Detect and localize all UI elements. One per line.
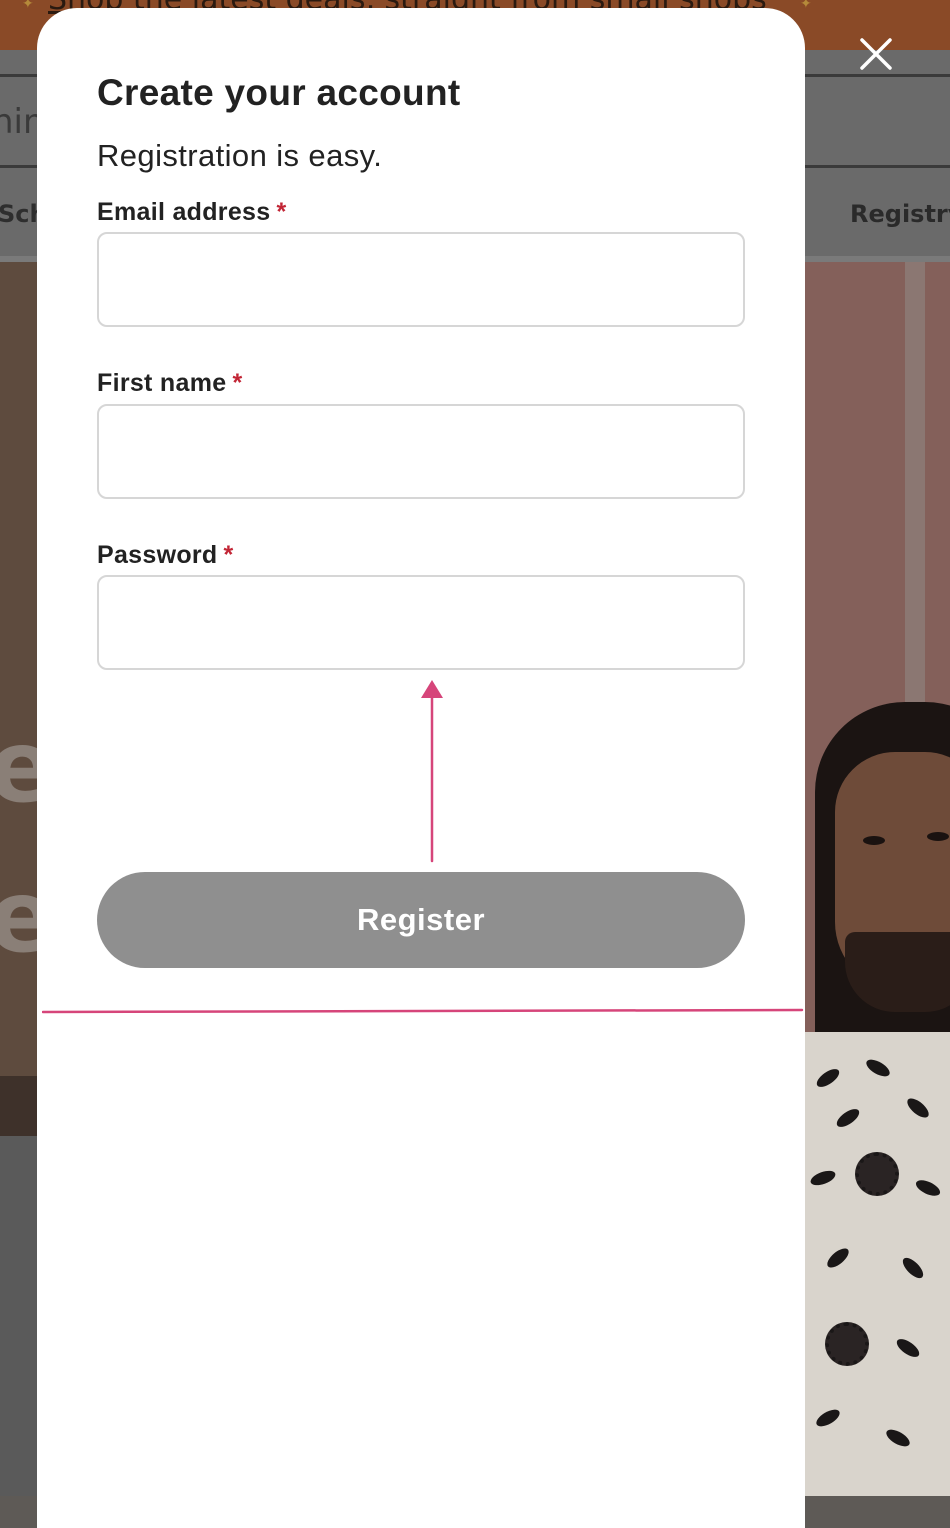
- embroidery-leaf: [904, 1095, 932, 1121]
- embroidered-shirt: [805, 1032, 950, 1496]
- embroidery-flower: [825, 1322, 869, 1366]
- embroidery-leaf: [808, 1167, 838, 1189]
- embroidery-leaf: [893, 1335, 923, 1361]
- nav-item-registry: Registry: [850, 200, 950, 228]
- required-marker: *: [232, 369, 243, 397]
- window-frame: [905, 262, 925, 702]
- required-marker: *: [223, 541, 234, 569]
- email-label-text: Email address: [97, 198, 271, 226]
- first-name-label-text: First name: [97, 369, 227, 397]
- hero-photo: [805, 262, 950, 1496]
- arrow-up-icon: [421, 680, 443, 863]
- eye: [927, 832, 949, 841]
- register-button[interactable]: Register: [97, 872, 745, 968]
- embroidery-leaf: [863, 1056, 893, 1080]
- embroidery-leaf: [824, 1245, 852, 1271]
- sparkle-icon: ✦: [22, 0, 34, 12]
- page-content-left: [0, 1136, 40, 1496]
- modal-title: Create your account: [97, 72, 461, 113]
- embroidery-leaf: [813, 1065, 843, 1091]
- password-label: Password *: [97, 541, 234, 570]
- hero-banner-left: e e: [0, 262, 56, 1076]
- required-marker: *: [276, 198, 287, 226]
- embroidery-leaf: [883, 1426, 913, 1450]
- first-name-label: First name *: [97, 369, 242, 398]
- password-label-text: Password: [97, 541, 218, 569]
- eye: [863, 836, 885, 845]
- password-field[interactable]: [97, 575, 745, 670]
- email-label: Email address *: [97, 198, 286, 227]
- modal-subtitle: Registration is easy.: [97, 138, 383, 173]
- sparkle-icon: ✦: [800, 0, 812, 12]
- annotation-line: [42, 1008, 804, 1014]
- embroidery-leaf: [813, 1406, 843, 1430]
- email-field[interactable]: [97, 232, 745, 327]
- hero-banner-strip: [0, 1076, 40, 1136]
- embroidery-leaf: [833, 1105, 863, 1131]
- embroidery-flower: [855, 1152, 899, 1196]
- embroidery-leaf: [899, 1254, 927, 1282]
- close-button[interactable]: [852, 30, 900, 78]
- first-name-field[interactable]: [97, 404, 745, 499]
- close-icon: [860, 38, 892, 70]
- embroidery-leaf: [913, 1177, 943, 1199]
- register-modal: Create your account Registration is easy…: [37, 8, 805, 1528]
